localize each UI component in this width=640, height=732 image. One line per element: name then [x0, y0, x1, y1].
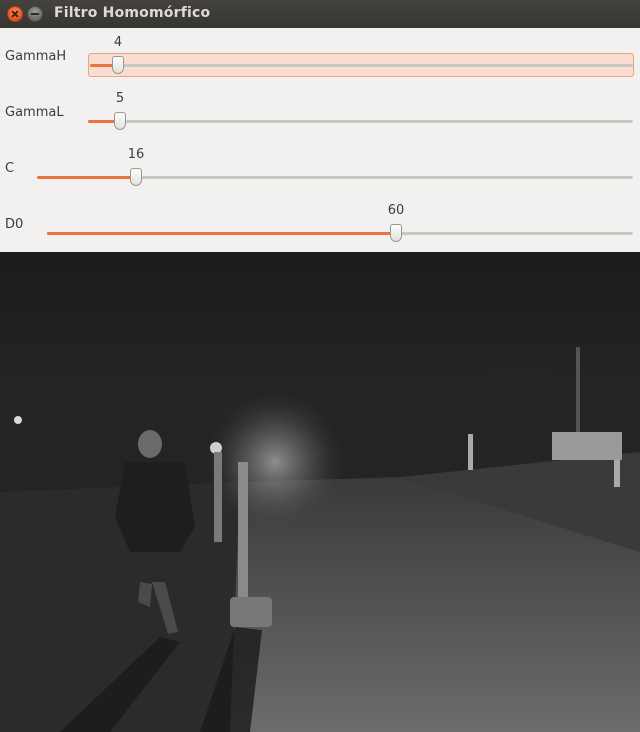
window-titlebar[interactable]: Filtro Homomórfico — [0, 0, 640, 29]
slider-value-gammah: 4 — [113, 35, 123, 50]
slider-label-d0: D0 — [5, 217, 24, 232]
slider-value-c: 16 — [127, 147, 145, 162]
minimize-icon[interactable] — [27, 6, 43, 22]
slider-value-d0: 60 — [387, 203, 405, 218]
filtered-image — [0, 252, 640, 732]
slider-handle-c[interactable] — [130, 168, 142, 186]
slider-value-gammal: 5 — [115, 91, 125, 106]
trackbar-panel: GammaH 4 GammaL 5 C 16 D0 60 — [0, 28, 640, 252]
slider-handle-d0[interactable] — [390, 224, 402, 242]
slider-track-gammal[interactable] — [88, 112, 633, 130]
slider-track-c[interactable] — [37, 168, 633, 186]
slider-label-c: C — [5, 161, 15, 176]
slider-label-gammah: GammaH — [5, 49, 67, 64]
slider-handle-gammal[interactable] — [114, 112, 126, 130]
slider-fill-c — [37, 176, 136, 179]
slider-fill-d0 — [47, 232, 396, 235]
window-title: Filtro Homomórfico — [54, 5, 211, 21]
slider-track-gammah[interactable] — [90, 56, 633, 74]
close-icon[interactable] — [7, 6, 23, 22]
slider-label-gammal: GammaL — [5, 105, 64, 120]
slider-track-d0[interactable] — [47, 224, 633, 242]
slider-handle-gammah[interactable] — [112, 56, 124, 74]
